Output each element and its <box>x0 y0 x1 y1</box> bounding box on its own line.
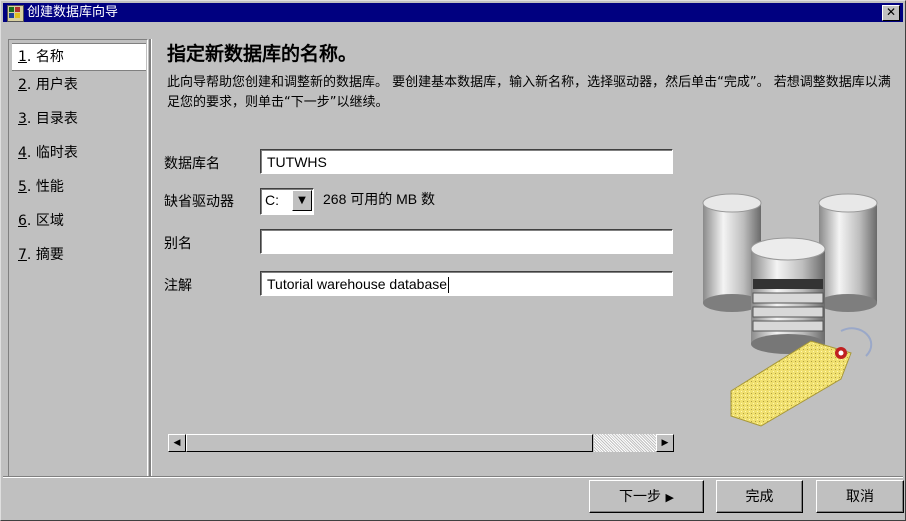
nav-item-label: 性能 <box>35 179 64 195</box>
nav-item-number: 3 <box>18 111 27 127</box>
right-cylinder <box>818 193 878 312</box>
alias-label: 别名 <box>164 236 192 252</box>
page-description: 此向导帮助您创建和调整新的数据库。 要创建基本数据库，输入新名称，选择驱动器，然… <box>167 75 891 110</box>
scroll-left-icon[interactable]: ◀ <box>168 434 186 452</box>
nav-item-performance[interactable]: 5. 性能 <box>12 174 146 200</box>
nav-item-catalog-tables[interactable]: 3. 目录表 <box>12 106 146 132</box>
drive-value: C: <box>265 192 279 208</box>
scroll-right-icon[interactable]: ▶ <box>656 434 674 452</box>
close-button[interactable]: ✕ <box>882 5 900 21</box>
nav-item-summary[interactable]: 7. 摘要 <box>12 242 146 268</box>
horizontal-scrollbar[interactable]: ◀ ▶ <box>168 434 674 452</box>
wizard-icon <box>7 5 24 22</box>
nav-divider <box>149 39 152 478</box>
nav-item-label: 用户表 <box>35 77 78 93</box>
nav-item-name[interactable]: 1. 名称 <box>12 43 146 71</box>
cancel-button[interactable]: 取消 <box>816 480 904 513</box>
drive-label: 缺省驱动器 <box>164 194 234 210</box>
available-space: 268 可用的 MB 数 <box>323 191 436 207</box>
db-name-input[interactable]: TUTWHS <box>260 149 673 174</box>
nav-item-number: 7 <box>18 247 27 263</box>
comment-input[interactable]: Tutorial warehouse database <box>260 271 673 296</box>
page-heading: 指定新数据库的名称。 <box>167 43 358 65</box>
alias-input[interactable] <box>260 229 673 254</box>
scroll-thumb[interactable] <box>186 434 593 452</box>
comment-label: 注解 <box>164 278 192 294</box>
nav-item-label: 名称 <box>35 49 64 65</box>
db-name-label: 数据库名 <box>164 156 220 172</box>
comment-value: Tutorial warehouse database <box>267 276 448 292</box>
step-nav: 1. 名称 2. 用户表 3. 目录表 4. 临时表 5. 性能 6. 区域 7… <box>8 39 148 478</box>
next-button[interactable]: 下一步 ▶ <box>589 480 704 513</box>
wizard-window: 创建数据库向导 ✕ 1. 名称 2. 用户表 3. 目录表 4. 临时表 5. … <box>0 0 906 521</box>
nav-item-number: 2 <box>18 77 27 93</box>
text-caret <box>448 277 450 294</box>
nav-item-label: 目录表 <box>35 111 78 127</box>
db-name-value: TUTWHS <box>267 154 327 170</box>
scroll-track[interactable] <box>594 434 656 452</box>
window-title: 创建数据库向导 <box>27 5 119 20</box>
nav-item-number: 1 <box>18 49 27 65</box>
nav-item-number: 5 <box>18 179 27 195</box>
nav-item-user-tables[interactable]: 2. 用户表 <box>12 72 146 98</box>
drive-select[interactable]: C: ▼ <box>260 188 314 215</box>
title-bar[interactable]: 创建数据库向导 ✕ <box>3 3 903 22</box>
footer-divider <box>3 476 903 478</box>
finish-button[interactable]: 完成 <box>716 480 803 513</box>
center-cylinder <box>750 237 826 354</box>
arrow-right-icon: ▶ <box>665 491 674 504</box>
nav-item-label: 摘要 <box>35 247 64 263</box>
nav-item-temp-tables[interactable]: 4. 临时表 <box>12 140 146 166</box>
nav-item-label: 区域 <box>35 213 64 229</box>
next-button-label: 下一步 <box>619 489 662 505</box>
nav-item-number: 6 <box>18 213 27 229</box>
database-illustration-icon <box>702 193 878 427</box>
nav-item-region[interactable]: 6. 区域 <box>12 208 146 234</box>
chevron-down-icon[interactable]: ▼ <box>292 190 312 211</box>
nav-item-number: 4 <box>18 145 27 161</box>
nav-item-label: 临时表 <box>35 145 78 161</box>
